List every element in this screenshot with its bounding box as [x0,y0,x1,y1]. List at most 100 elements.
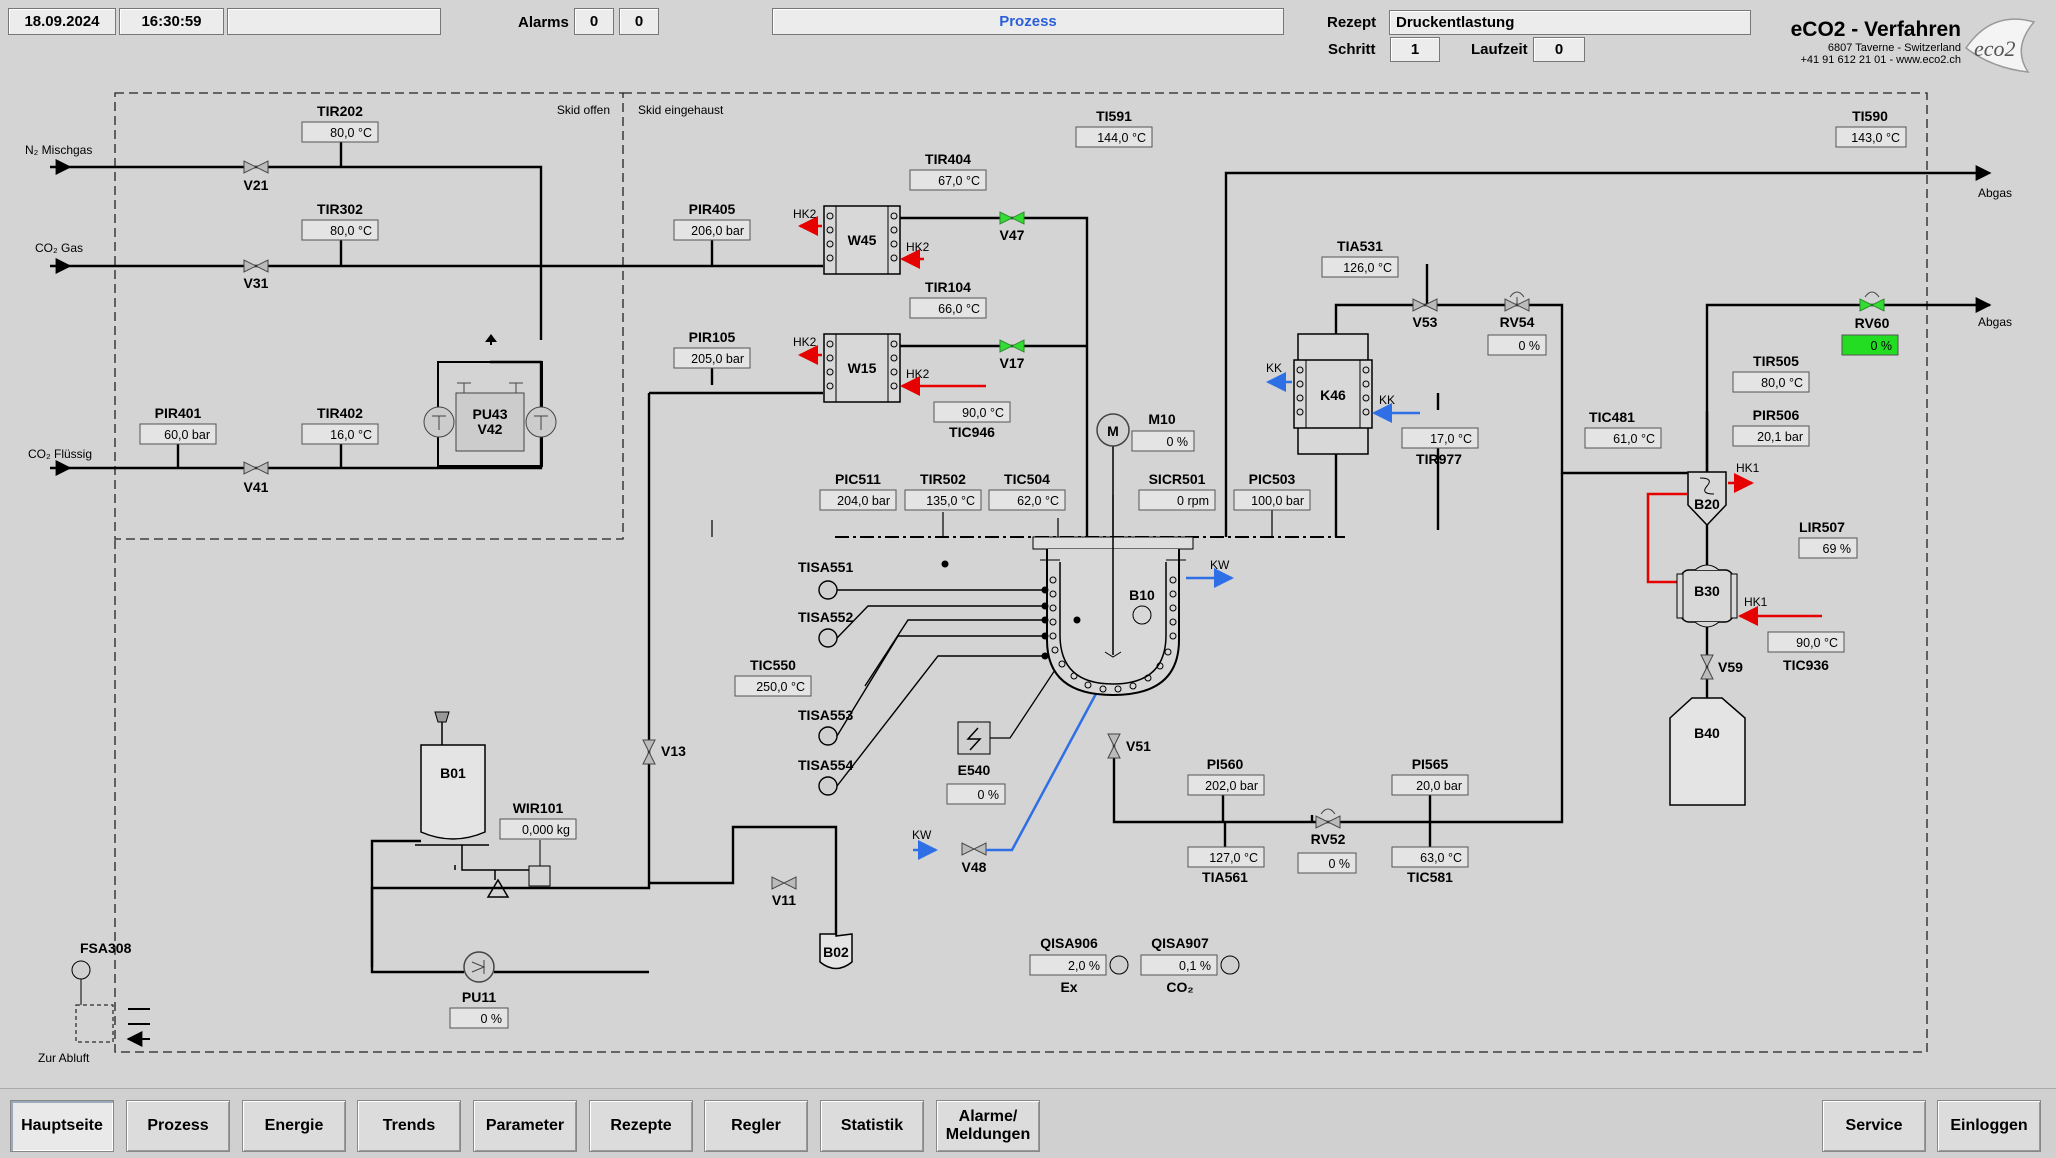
nav-trends[interactable]: Trends [357,1100,461,1152]
tag-TIR302[interactable]: TIR302 80,0 °C [301,201,379,241]
hk2-d-label: HK2 [906,367,930,381]
valve-V11[interactable]: V11 [771,876,797,908]
nav-service[interactable]: Service [1822,1100,1926,1152]
heat-exchanger-W45[interactable]: W45 [823,205,901,275]
sensor-FSA308[interactable]: FSA308 [71,940,150,1042]
tag-PI560[interactable]: PI560 202,0 bar [1187,756,1265,796]
ex-label: Ex [1060,979,1077,995]
valve-V59[interactable]: V59 [1700,654,1743,680]
tag-E540[interactable]: 0 % [946,783,1006,805]
vessel-B02[interactable]: B02 [819,933,853,970]
vessel-B02-label: B02 [823,944,849,960]
tag-TIR302-name: TIR302 [317,201,363,217]
valve-V48[interactable]: V48 [961,842,987,875]
tag-WIR101[interactable]: WIR101 0,000 kg [499,800,577,840]
tag-TIR505[interactable]: TIR505 80,0 °C [1732,353,1810,393]
nav-parameter[interactable]: Parameter [473,1100,577,1152]
tag-PIC511-name: PIC511 [835,471,881,487]
vessel-B20-label: B20 [1694,496,1720,512]
cooler-K46[interactable]: K46 [1293,333,1373,455]
skid-open-label: Skid offen [557,103,610,117]
tag-TIC946[interactable]: TIC946 90,0 °C [933,401,1011,440]
vessel-B01-label: B01 [440,765,466,781]
heat-exchanger-W15[interactable]: W15 [823,333,901,403]
pump-PU43[interactable]: PU43 V42 [423,334,557,467]
nav-regler[interactable]: Regler [704,1100,808,1152]
tag-TIR404[interactable]: TIR404 67,0 °C [909,151,987,191]
valve-V47[interactable]: V47 [999,211,1025,243]
tag-M10[interactable]: M10 0 % [1131,411,1195,452]
tag-TIC936[interactable]: TIC936 90,0 °C [1767,631,1845,673]
nav-energie[interactable]: Energie [242,1100,346,1152]
tag-PIR506[interactable]: PIR506 20,1 bar [1732,407,1810,447]
tag-TIR402[interactable]: TIR402 16,0 °C [301,405,379,445]
motor-M10[interactable]: M [1096,413,1130,447]
tag-TIC581[interactable]: TIC581 63,0 °C [1391,846,1469,885]
valve-RV52[interactable]: RV52 [1311,808,1346,847]
tag-TIA561[interactable]: TIA561 127,0 °C [1187,846,1265,885]
nav-hauptseite[interactable]: Hauptseite [10,1100,114,1152]
tag-TIR404-name: TIR404 [925,151,971,167]
tag-TIC481[interactable]: TIC481 61,0 °C [1584,409,1662,449]
tag-PIC511[interactable]: PIC511 204,0 bar [819,471,897,511]
tag-RV52[interactable]: 0 % [1297,852,1357,874]
tag-PIC503[interactable]: PIC503 100,0 bar [1233,471,1311,511]
hk1-a-label: HK1 [1736,461,1760,475]
tag-QISA906[interactable]: QISA906 2,0 % [1029,935,1107,976]
nav-alarme-line2: Meldungen [945,1126,1031,1143]
nav-prozess[interactable]: Prozess [126,1100,230,1152]
tag-TIA531-name: TIA531 [1337,238,1383,254]
tag-TIR977[interactable]: TIR977 17,0 °C [1401,427,1479,467]
tag-SICR501[interactable]: SICR501 0 rpm [1138,471,1216,511]
heater-E540[interactable]: E540 [957,669,1056,778]
valve-V53-label: V53 [1413,314,1438,330]
tag-TIC504[interactable]: TIC504 62,0 °C [988,471,1066,511]
tag-PI560-value: 202,0 bar [1205,779,1258,793]
valve-V41-label: V41 [244,479,269,495]
valve-V13[interactable]: V13 [642,739,686,765]
tag-TIR977-value: 17,0 °C [1430,432,1472,446]
valve-RV54-label: RV54 [1500,314,1535,330]
tag-PIR401[interactable]: PIR401 60,0 bar [139,405,217,445]
tag-LIR507-value: 69 % [1823,542,1852,556]
tag-PI565[interactable]: PI565 20,0 bar [1391,756,1469,796]
tag-RV54[interactable]: 0 % [1487,334,1547,356]
tag-RV60[interactable]: 0 % [1841,334,1899,356]
tag-TI590[interactable]: TI590 143,0 °C [1835,108,1907,148]
tag-LIR507[interactable]: LIR507 69 % [1798,519,1858,559]
tag-TIR502[interactable]: TIR502 135,0 °C [904,471,982,511]
tag-TIR202[interactable]: TIR202 80,0 °C [301,103,379,143]
valve-V17[interactable]: V17 [999,339,1025,371]
nav-alarme-meldungen[interactable]: Alarme/ Meldungen [936,1100,1040,1152]
tag-TIR404-value: 67,0 °C [938,174,980,188]
valve-V53[interactable]: V53 [1412,298,1438,330]
valve-RV54[interactable]: RV54 [1500,291,1535,330]
kk-b-label: KK [1379,393,1395,407]
tag-PU11[interactable]: 0 % [449,1007,509,1029]
tag-TIC550[interactable]: TIC550 250,0 °C [734,657,812,697]
tag-RV52-value: 0 % [1328,857,1350,871]
vessel-B30[interactable]: B30 [1676,564,1738,628]
co2-label: CO₂ [1166,979,1193,995]
tag-QISA907[interactable]: QISA907 0,1 % [1140,935,1218,976]
tag-PI565-value: 20,0 bar [1416,779,1462,793]
nav-rezepte[interactable]: Rezepte [589,1100,693,1152]
tag-TI591[interactable]: TI591 144,0 °C [1075,108,1153,148]
nav-einloggen[interactable]: Einloggen [1937,1100,2041,1152]
valve-RV60[interactable]: RV60 [1855,291,1890,331]
valve-V31[interactable]: V31 [243,259,269,291]
tag-RV54-value: 0 % [1518,339,1540,353]
tag-TIR104[interactable]: TIR104 66,0 °C [909,279,987,319]
tag-TIA531[interactable]: TIA531 126,0 °C [1321,238,1399,278]
vessel-B20[interactable]: B20 [1687,471,1727,527]
pump-PU11[interactable]: PU11 [370,839,496,1005]
nav-statistik[interactable]: Statistik [820,1100,924,1152]
tag-PIR405[interactable]: PIR405 206,0 bar [673,201,751,241]
kw-b-label: KW [912,828,932,842]
tag-TIA531-value: 126,0 °C [1343,261,1392,275]
pipes [50,140,1990,974]
hk2-a-label: HK2 [793,207,817,221]
vessel-B40[interactable]: B40 [1669,697,1746,806]
tag-PIR105[interactable]: PIR105 205,0 bar [673,329,751,369]
valve-V51[interactable]: V51 [1107,733,1151,759]
